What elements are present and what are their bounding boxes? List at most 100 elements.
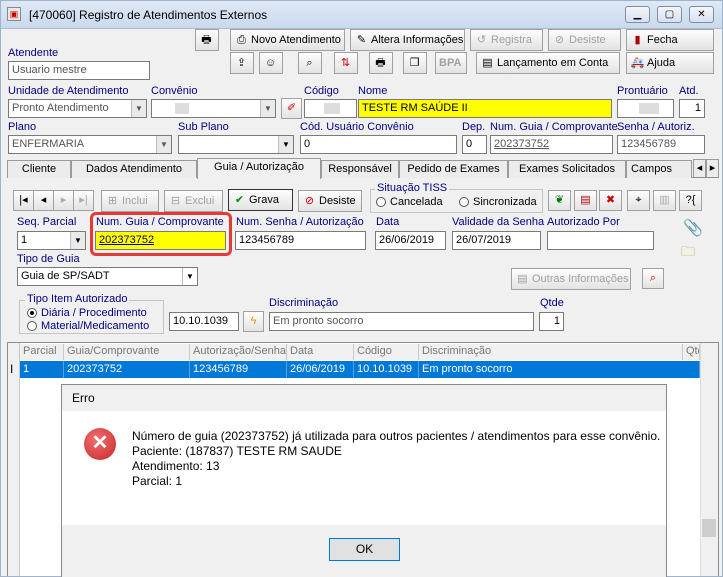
maximize-button[interactable]: ▢ (657, 6, 682, 23)
validade-field[interactable]: 26/07/2019 (452, 231, 541, 250)
close-window-button[interactable]: ✕ (689, 6, 714, 23)
fecha-button[interactable]: ▮ Fecha (626, 29, 714, 51)
data-field[interactable]: 26/06/2019 (375, 231, 446, 250)
tab-dados-atendimento[interactable]: Dados Atendimento (71, 160, 197, 178)
paperclip-icon[interactable]: 📎 (683, 218, 703, 238)
codigo-label: Código (304, 85, 339, 97)
new-record-icon: ⎙ (237, 34, 246, 46)
atd-field[interactable]: 1 (679, 99, 705, 118)
first-record-button[interactable]: |◂ (13, 190, 34, 211)
radio-sincronizada[interactable]: Sincronizada (459, 196, 537, 208)
plano-select[interactable]: ENFERMARIA ▼ (8, 135, 172, 154)
grid-cell-autorizacao[interactable]: 123456789 (190, 361, 287, 378)
tab-cliente[interactable]: Cliente (7, 160, 71, 178)
codusuario-field[interactable]: 0 (300, 135, 457, 154)
grid-header-qtd[interactable]: Qtd (683, 344, 700, 360)
tab-scroll-right-button[interactable]: ▸ (706, 159, 719, 177)
registra-button[interactable]: ↺ Registra (470, 29, 543, 51)
binoculars-button[interactable]: ⌖ (627, 190, 650, 211)
prev-record-button[interactable]: ◂ (33, 190, 54, 211)
dep-field[interactable]: 0 (462, 135, 487, 154)
cash-icon: ▤ (482, 57, 493, 69)
outras-informacoes-button[interactable]: ▤ Outras Informações (511, 268, 631, 290)
tab-responsavel[interactable]: Responsável (321, 160, 399, 178)
tab-scroll-left-button[interactable]: ◂ (693, 159, 706, 177)
copy-button[interactable]: ❐ (403, 52, 427, 74)
desiste-top-button[interactable]: ⊘ Desiste (548, 29, 621, 51)
list-icon: ▥ (659, 194, 670, 206)
tipo-item-label: Tipo Item Autorizado (25, 293, 130, 305)
nome-field[interactable]: TESTE RM SAÚDE II (358, 99, 612, 118)
tipoguia-select[interactable]: Guia de SP/SADT ▼ (17, 267, 198, 286)
minimize-button[interactable]: ▁ (625, 6, 650, 23)
subplano-label: Sub Plano (178, 121, 229, 133)
tool-doc-button[interactable]: ▤ (574, 190, 597, 211)
lightning-button[interactable]: ϟ (243, 311, 264, 332)
radio-diaria[interactable]: Diária / Procedimento (27, 307, 147, 319)
print-button[interactable]: 🖶 (195, 29, 219, 51)
novo-atendimento-button[interactable]: ⎙ Novo Atendimento (230, 29, 345, 51)
eraser-button[interactable]: ✐ (281, 98, 302, 119)
folder-icon[interactable]: 🗀 (681, 241, 695, 265)
grid-header-parcial[interactable]: Parcial (20, 344, 64, 360)
grid-header-data[interactable]: Data (287, 344, 354, 360)
last-record-button[interactable]: ▸| (73, 190, 94, 211)
tab-pedido-exames[interactable]: Pedido de Exames (399, 160, 508, 178)
numsenha-field[interactable]: 123456789 (235, 231, 366, 250)
tool-export-button[interactable]: ⇪ (230, 52, 254, 74)
error-icon: ✕ (84, 428, 116, 460)
numguia-field[interactable]: 202373752 (95, 231, 226, 250)
tab-strip: Cliente Dados Atendimento Guia / Autoriz… (7, 158, 719, 179)
bpa-button[interactable]: BPA (435, 52, 467, 74)
grid-header-guia[interactable]: Guia/Comprovante (64, 344, 190, 360)
app-icon: ▣ (7, 7, 21, 21)
grid-scrollbar-thumb[interactable] (702, 519, 716, 537)
error-message-line2: Paciente: (187837) TESTE RM SAUDE (132, 444, 342, 458)
grid-header-autorizacao[interactable]: Autorização/Senha (190, 344, 287, 360)
grid-cell-guia[interactable]: 202373752 (64, 361, 190, 378)
discriminacao-field[interactable]: Em pronto socorro (269, 312, 534, 331)
grid-scrollbar[interactable] (700, 343, 718, 576)
ajuda-button[interactable]: 🚑 Ajuda (626, 52, 714, 74)
tab-campos-com[interactable]: Campos Com (626, 160, 692, 178)
autorizado-field[interactable] (547, 231, 654, 250)
inclui-button[interactable]: ⊞ Inclui (101, 190, 159, 212)
ok-button[interactable]: OK (329, 538, 400, 561)
grid-cell-codigo[interactable]: 10.10.1039 (354, 361, 419, 378)
radio-cancelada[interactable]: Cancelada (376, 196, 443, 208)
zoom-guia-button[interactable]: ⌕ (642, 268, 664, 289)
prontuario-field[interactable] (617, 99, 674, 118)
tab-exames-solicitados[interactable]: Exames Solicitados (508, 160, 626, 178)
grid-cell-parcial[interactable]: 1 (20, 361, 64, 378)
codigo-item-field[interactable]: 10.10.1039 (169, 312, 239, 331)
codigo-field[interactable] (304, 99, 357, 118)
qtde-field[interactable]: 1 (539, 312, 564, 331)
grid-header-codigo[interactable]: Código (354, 344, 419, 360)
tool-leaf-button[interactable]: ❦ (548, 190, 571, 211)
grid-header-discriminacao[interactable]: Discriminação (419, 344, 683, 360)
desiste-button[interactable]: ⊘ Desiste (298, 190, 362, 212)
grid-cell-discriminacao[interactable]: Em pronto socorro (419, 361, 700, 378)
unidade-select[interactable]: Pronto Atendimento ▼ (8, 99, 147, 118)
exclui-button[interactable]: ⊟ Exclui (164, 190, 223, 212)
senha-header-field[interactable]: 123456789 (617, 135, 705, 154)
next-record-button[interactable]: ▸ (53, 190, 74, 211)
tab-guia-autorizacao[interactable]: Guia / Autorização (197, 158, 321, 179)
tool-code-button[interactable]: ?{ (679, 190, 702, 211)
lancamento-button[interactable]: ▤ Lançamento em Conta (476, 52, 620, 74)
altera-informacoes-button[interactable]: ✎ Altera Informações (350, 29, 465, 51)
tool-delete-doc-button[interactable]: ✖ (599, 190, 622, 211)
radio-material[interactable]: Material/Medicamento (27, 320, 149, 332)
grid-cell-data[interactable]: 26/06/2019 (287, 361, 354, 378)
tool-person-button[interactable]: ☺ (259, 52, 283, 74)
zoom-button[interactable]: ⌕ (298, 52, 322, 74)
convenio-select[interactable]: ▼ (151, 99, 276, 118)
seq-parcial-select[interactable]: 1 ▼ (17, 231, 86, 250)
transfer-button[interactable]: ⇅ (334, 52, 358, 74)
grava-button[interactable]: ✔ Grava (228, 189, 293, 211)
numguia-header-field[interactable]: 202373752 (490, 135, 613, 154)
error-message-line4: Parcial: 1 (132, 474, 183, 488)
print2-button[interactable]: 🖶 (369, 52, 393, 74)
subplano-select[interactable]: ▼ (178, 135, 294, 154)
tool-list-button[interactable]: ▥ (653, 190, 676, 211)
